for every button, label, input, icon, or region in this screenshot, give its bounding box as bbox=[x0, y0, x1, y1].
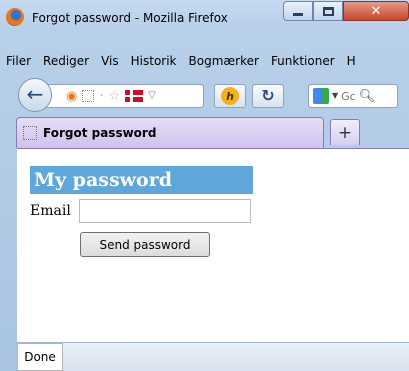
search-box[interactable]: ▼ Gc 🔍︎ bbox=[308, 84, 398, 108]
search-engine-dropdown-icon[interactable]: ▼ bbox=[332, 92, 338, 100]
minimize-icon bbox=[293, 12, 303, 16]
menu-funktioner[interactable]: Funktioner bbox=[271, 54, 335, 68]
site-identity-icon[interactable]: ◉ bbox=[66, 90, 77, 103]
maximize-icon bbox=[322, 6, 334, 16]
url-dropdown-icon[interactable]: ▽ bbox=[148, 91, 156, 101]
tab-page-icon bbox=[23, 126, 37, 140]
close-icon: ✕ bbox=[370, 3, 382, 19]
reload-icon: ↻ bbox=[261, 86, 275, 105]
status-bar: Done bbox=[17, 342, 409, 371]
menu-filer[interactable]: Filer bbox=[6, 54, 31, 68]
dropdown-separator-icon: · bbox=[99, 88, 104, 104]
window-title: Forgot password - Mozilla Firefox bbox=[32, 11, 228, 25]
search-placeholder: Gc bbox=[341, 89, 356, 103]
minimize-button[interactable] bbox=[283, 1, 313, 21]
new-tab-button[interactable]: + bbox=[330, 119, 360, 145]
tab-strip: Forgot password + bbox=[0, 112, 409, 148]
addon-button[interactable]: h bbox=[214, 84, 246, 108]
danish-flag-icon[interactable] bbox=[125, 90, 144, 102]
page-content: My password Email Send password bbox=[17, 148, 409, 342]
menu-bar: Filer Rediger Vis Historik Bogmærker Fun… bbox=[0, 50, 409, 72]
search-icon[interactable]: 🔍︎ bbox=[359, 90, 376, 103]
page-heading: My password bbox=[30, 166, 253, 194]
search-engine-icon[interactable] bbox=[313, 88, 329, 104]
email-label: Email bbox=[30, 203, 71, 219]
firefox-logo-icon bbox=[6, 8, 24, 26]
url-bar[interactable]: ◉ · ☆ ▽ bbox=[44, 84, 204, 108]
menu-vis[interactable]: Vis bbox=[101, 54, 119, 68]
reload-button[interactable]: ↻ bbox=[252, 84, 284, 108]
menu-rediger[interactable]: Rediger bbox=[43, 54, 89, 68]
menu-historik[interactable]: Historik bbox=[131, 54, 177, 68]
maximize-button[interactable] bbox=[313, 1, 343, 21]
menu-hjaelp[interactable]: H bbox=[347, 54, 356, 68]
navigation-bar: ← ◉ · ☆ ▽ h ↻ ▼ Gc 🔍︎ bbox=[0, 76, 409, 112]
tab-forgot-password[interactable]: Forgot password bbox=[16, 117, 324, 148]
tab-title: Forgot password bbox=[43, 126, 157, 140]
bookmark-star-icon[interactable]: ☆ bbox=[108, 90, 120, 103]
send-password-button[interactable]: Send password bbox=[80, 232, 210, 257]
page-icon bbox=[82, 90, 95, 102]
close-button[interactable]: ✕ bbox=[343, 1, 409, 21]
menu-bogmaerker[interactable]: Bogmærker bbox=[189, 54, 259, 68]
addon-h-icon: h bbox=[221, 87, 239, 105]
email-field[interactable] bbox=[79, 199, 251, 223]
title-bar: Forgot password - Mozilla Firefox ✕ bbox=[0, 0, 409, 34]
status-text: Done bbox=[17, 343, 63, 371]
browser-window: Forgot password - Mozilla Firefox ✕ File… bbox=[0, 0, 409, 371]
back-button[interactable]: ← bbox=[18, 78, 52, 112]
back-arrow-icon: ← bbox=[26, 82, 44, 106]
